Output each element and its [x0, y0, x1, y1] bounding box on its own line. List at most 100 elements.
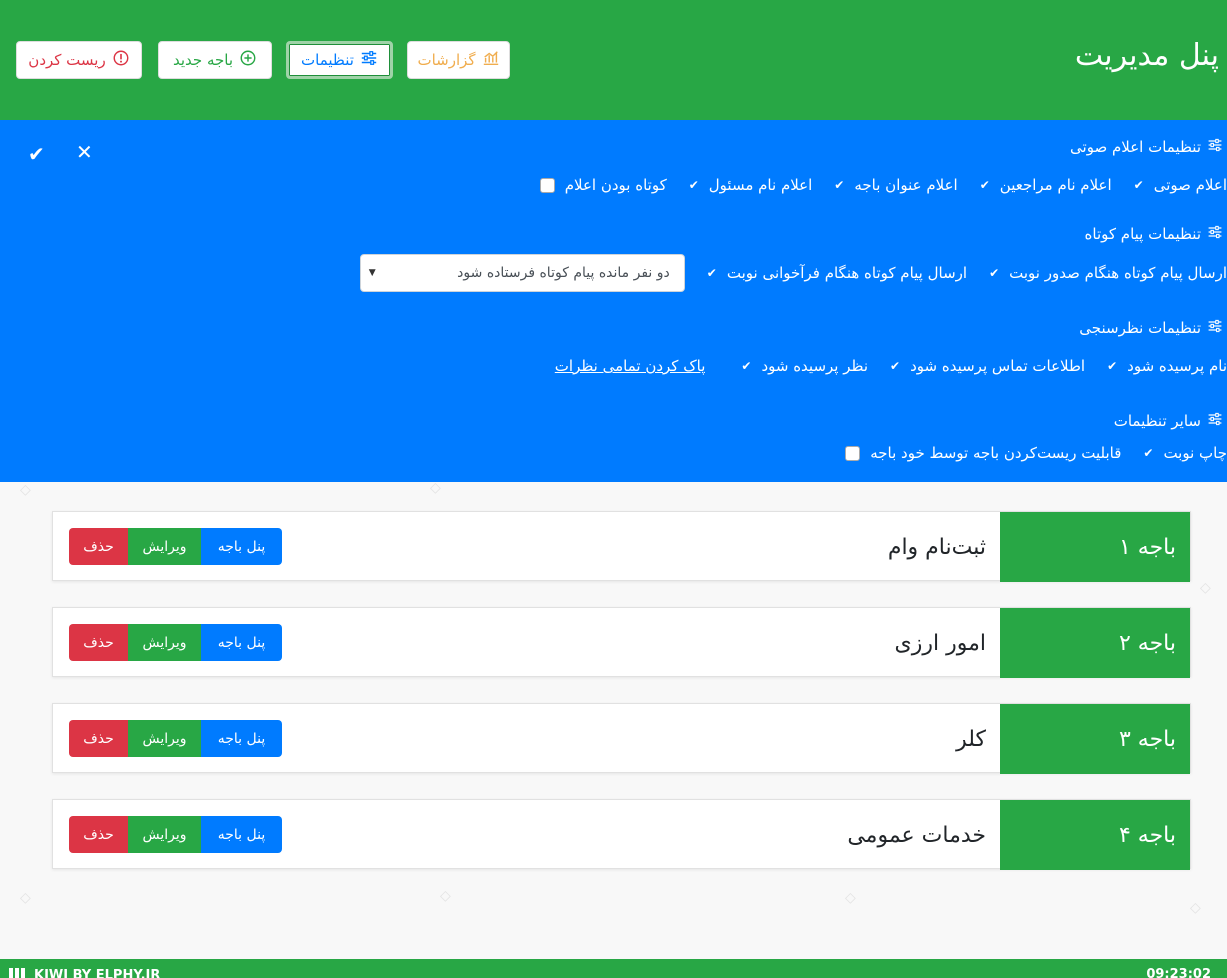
survey-option[interactable]: نظر پرسیده شود ✔	[741, 357, 868, 375]
new-counter-button[interactable]: باجه جدید	[158, 41, 272, 79]
edit-button[interactable]: ویرایش	[128, 624, 201, 661]
counter-actions: حذف ویرایش پنل باجه	[69, 720, 282, 757]
option-label: نظر پرسیده شود	[761, 357, 869, 375]
survey-options: نام پرسیده شود ✔ اطلاعات تماس پرسیده شود ✔…	[555, 357, 1227, 375]
option-label: نام پرسیده شود	[1127, 357, 1227, 375]
sms-option[interactable]: ارسال پیام کوتاه هنگام صدور نوبت ✔	[989, 264, 1227, 282]
reset-button[interactable]: ریست کردن	[16, 41, 142, 79]
footer-brand: KIWI BY ELPHY.IR	[8, 967, 160, 978]
background-pattern: ◇	[440, 888, 451, 904]
short-announce-option[interactable]: کوتاه بودن اعلام	[539, 176, 667, 194]
background-pattern: ◇	[1200, 580, 1211, 596]
sms-settings-title: تنظیمات پیام کوتاه	[1085, 224, 1223, 244]
counter-card: باجه ۱ ثبت‌نام وام حذف ویرایش پنل باجه	[52, 511, 1191, 582]
delete-button[interactable]: حذف	[69, 816, 128, 853]
background-pattern: ◇	[430, 480, 441, 496]
voice-options: اعلام صوتی ✔ اعلام نام مراجعین ✔ اعلام عنو…	[518, 176, 1227, 194]
sliders-icon	[1207, 224, 1223, 244]
counter-panel-button[interactable]: پنل باجه	[201, 720, 282, 757]
voice-option[interactable]: اعلام نام مسئول ✔	[689, 176, 813, 194]
sliders-icon	[1207, 411, 1223, 431]
alert-circle-icon	[112, 49, 130, 71]
counter-panel-button[interactable]: پنل باجه	[201, 528, 282, 565]
checkmark-icon: ✔	[890, 359, 901, 373]
plus-circle-icon	[239, 49, 257, 71]
background-pattern: ◇	[20, 890, 31, 906]
counter-number: باجه ۲	[1000, 608, 1190, 678]
counter-actions: حذف ویرایش پنل باجه	[69, 624, 282, 661]
sms-remaining-select[interactable]: دو نفر مانده پیام کوتاه فرستاده شود ▼	[359, 254, 685, 292]
sms-options: ارسال پیام کوتاه هنگام صدور نوبت ✔ ارسال …	[340, 254, 1227, 292]
counter-number: باجه ۴	[1000, 800, 1190, 870]
dropdown-caret-icon: ▼	[368, 268, 376, 278]
delete-button[interactable]: حذف	[69, 528, 128, 565]
option-label: اعلام عنوان باجه	[854, 176, 958, 194]
counter-card: باجه ۳ کلر حذف ویرایش پنل باجه	[52, 703, 1191, 774]
checkmark-icon: ✔	[741, 359, 752, 373]
option-label: اعلام صوتی	[1153, 176, 1227, 194]
voice-settings-title: تنظیمات اعلام صوتی	[1070, 137, 1223, 157]
checkmark-icon: ✔	[1107, 359, 1118, 373]
other-options: چاپ نوبت ✔ قابلیت ریست‌کردن باجه توسط خود…	[823, 444, 1227, 462]
voice-option[interactable]: اعلام صوتی ✔	[1134, 176, 1227, 194]
counter-name: خدمات عمومی	[847, 822, 986, 848]
counter-panel-button[interactable]: پنل باجه	[201, 624, 282, 661]
counter-name: امور ارزی	[894, 630, 986, 656]
checkmark-icon: ✔	[1143, 446, 1154, 460]
reports-button[interactable]: گزارشات	[407, 41, 510, 79]
delete-button[interactable]: حذف	[69, 720, 128, 757]
chart-icon	[482, 49, 500, 71]
background-pattern: ◇	[20, 482, 31, 498]
survey-option[interactable]: نام پرسیده شود ✔	[1107, 357, 1227, 375]
bars-icon	[8, 967, 28, 978]
background-pattern: ◇	[845, 890, 856, 906]
option-label: کوتاه بودن اعلام	[564, 176, 667, 194]
option-label: قابلیت ریست‌کردن باجه توسط خود باجه	[870, 444, 1122, 462]
settings-panel: ✔ ✕ تنظیمات اعلام صوتی اعلام صوتی ✔ اعلام…	[0, 120, 1227, 482]
clock-time: 09:23:02	[1146, 967, 1211, 978]
sms-option[interactable]: ارسال پیام کوتاه هنگام فرآخوانی نوبت ✔	[707, 264, 967, 282]
reset-label: ریست کردن	[28, 51, 106, 69]
edit-button[interactable]: ویرایش	[128, 528, 201, 565]
sms-settings-label: تنظیمات پیام کوتاه	[1084, 225, 1201, 243]
checkmark-icon: ✔	[706, 266, 717, 280]
checkmark-icon: ✔	[1133, 178, 1144, 192]
option-label: ارسال پیام کوتاه هنگام صدور نوبت	[1009, 264, 1227, 282]
option-label: اعلام نام مراجعین	[999, 176, 1112, 194]
option-label: اعلام نام مسئول	[708, 176, 813, 194]
print-ticket-option[interactable]: چاپ نوبت ✔	[1143, 444, 1227, 462]
sliders-icon	[1207, 137, 1223, 157]
self-reset-checkbox[interactable]	[845, 445, 861, 461]
close-icon[interactable]: ✕	[76, 140, 93, 164]
counter-card: باجه ۴ خدمات عمومی حذف ویرایش پنل باجه	[52, 799, 1191, 870]
top-header: پنل مدیریت گزارشات تنظیمات باجه جدید ریس…	[0, 0, 1227, 120]
background-pattern: ◇	[1190, 900, 1201, 916]
voice-option[interactable]: اعلام نام مراجعین ✔	[980, 176, 1112, 194]
short-announce-checkbox[interactable]	[539, 177, 555, 193]
option-label: ارسال پیام کوتاه هنگام فرآخوانی نوبت	[726, 264, 968, 282]
counter-actions: حذف ویرایش پنل باجه	[69, 528, 282, 565]
counter-card: باجه ۲ امور ارزی حذف ویرایش پنل باجه	[52, 607, 1191, 678]
counter-panel-button[interactable]: پنل باجه	[201, 816, 282, 853]
reports-label: گزارشات	[417, 51, 476, 69]
option-label: چاپ نوبت	[1163, 444, 1227, 462]
settings-button[interactable]: تنظیمات	[286, 41, 393, 79]
self-reset-option[interactable]: قابلیت ریست‌کردن باجه توسط خود باجه	[845, 444, 1121, 462]
clear-comments-link[interactable]: پاک کردن تمامی نظرات	[555, 357, 706, 375]
edit-button[interactable]: ویرایش	[128, 720, 201, 757]
page-title: پنل مدیریت	[1074, 38, 1219, 73]
survey-option[interactable]: اطلاعات تماس پرسیده شود ✔	[890, 357, 1085, 375]
delete-button[interactable]: حذف	[69, 624, 128, 661]
other-settings-title: سایر تنظیمات	[1114, 411, 1223, 431]
brand-text: KIWI BY ELPHY.IR	[34, 967, 161, 978]
checkmark-icon: ✔	[834, 178, 845, 192]
survey-settings-label: تنظیمات نظرسنجی	[1079, 319, 1201, 337]
sliders-icon	[360, 49, 378, 71]
counter-name: ثبت‌نام وام	[887, 534, 986, 560]
voice-option[interactable]: اعلام عنوان باجه ✔	[834, 176, 957, 194]
check-icon[interactable]: ✔	[28, 142, 45, 166]
checkmark-icon: ✔	[688, 178, 699, 192]
counter-number: باجه ۱	[1000, 512, 1190, 582]
edit-button[interactable]: ویرایش	[128, 816, 201, 853]
other-settings-label: سایر تنظیمات	[1113, 412, 1201, 430]
